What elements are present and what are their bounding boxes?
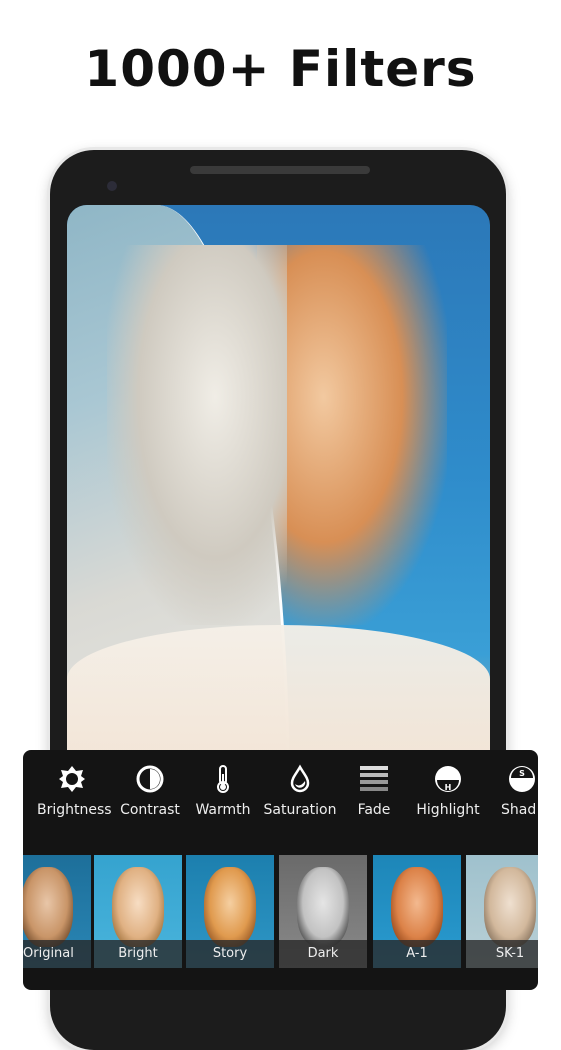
tool-label: Fade	[357, 802, 391, 818]
tool-shadow[interactable]: S Shad	[501, 764, 538, 818]
filter-dark[interactable]: Dark	[279, 855, 367, 968]
tool-label: Brightness	[37, 802, 112, 818]
filter-label: Original	[23, 940, 91, 968]
filter-label: A-1	[373, 940, 461, 968]
drop-icon	[290, 764, 310, 793]
filter-sk-1[interactable]: SK-1	[466, 855, 538, 968]
svg-text:H: H	[445, 783, 452, 792]
filter-label: Bright	[94, 940, 182, 968]
tool-brightness[interactable]: Brightness	[37, 764, 112, 818]
filter-strip: Original Bright Story Dark A-1 SK-1	[23, 855, 538, 968]
contrast-icon	[136, 765, 164, 793]
filter-original[interactable]: Original	[23, 855, 91, 968]
tool-contrast[interactable]: Contrast	[119, 764, 181, 818]
front-camera	[107, 181, 117, 191]
tool-label: Shad	[501, 802, 537, 818]
photo-preview[interactable]	[67, 205, 490, 805]
sun-icon	[59, 766, 85, 792]
adjust-tools: Brightness Contrast Warmth Saturation Fa…	[23, 750, 538, 850]
tool-fade[interactable]: Fade	[353, 764, 395, 818]
filter-story[interactable]: Story	[186, 855, 274, 968]
tool-label: Warmth	[195, 802, 251, 818]
lines-icon	[360, 766, 388, 791]
filter-label: SK-1	[466, 940, 538, 968]
tool-warmth[interactable]: Warmth	[195, 764, 251, 818]
speaker-grille	[190, 166, 370, 174]
headline: 1000+ Filters	[84, 40, 477, 98]
filter-label: Dark	[279, 940, 367, 968]
tool-saturation[interactable]: Saturation	[263, 764, 337, 818]
filter-a-1[interactable]: A-1	[373, 855, 461, 968]
shadow-icon: S	[509, 766, 535, 792]
svg-text:S: S	[519, 769, 525, 778]
highlight-icon: H	[435, 766, 461, 792]
tool-label: Saturation	[263, 802, 337, 818]
edit-panel: Brightness Contrast Warmth Saturation Fa…	[23, 750, 538, 990]
filter-bright[interactable]: Bright	[94, 855, 182, 968]
thermometer-icon	[217, 765, 229, 793]
tool-highlight[interactable]: H Highlight	[415, 764, 481, 818]
sketch-hair	[107, 245, 287, 625]
filter-label: Story	[186, 940, 274, 968]
tool-label: Contrast	[120, 802, 180, 818]
tool-label: Highlight	[416, 802, 480, 818]
